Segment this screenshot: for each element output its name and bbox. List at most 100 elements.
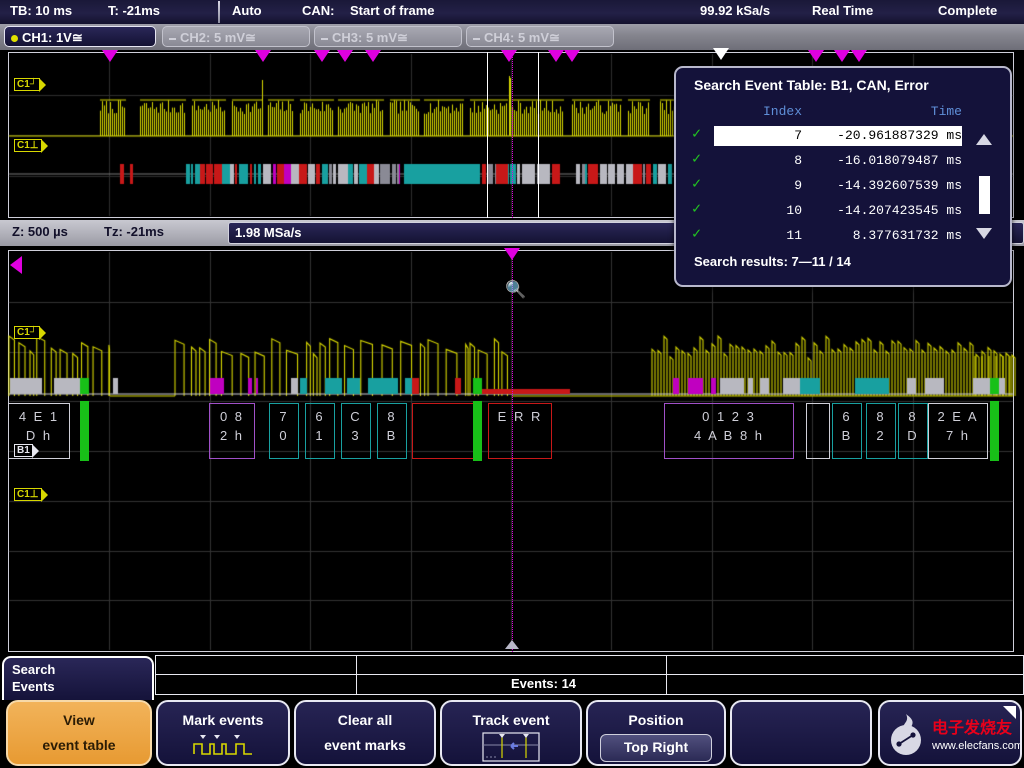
search-events-tab[interactable]: Search Events xyxy=(2,656,154,700)
search-event-marker[interactable] xyxy=(564,50,580,62)
can-decode-frame[interactable]: 8B xyxy=(377,403,407,459)
ch1-trigger-tag-overview[interactable]: C1┘ xyxy=(14,78,40,91)
acquisition-mode[interactable]: Real Time xyxy=(812,3,873,18)
channel-on-dot-icon xyxy=(11,35,18,42)
trigger-position-marker[interactable] xyxy=(713,48,729,60)
zoom-scale-readout[interactable]: Z: 500 µs xyxy=(12,224,68,239)
ch1-ground-tag-overview[interactable]: C1⊥ xyxy=(14,139,42,152)
event-table-row[interactable]: ✓7-20.961887329 ms xyxy=(692,126,970,148)
button-label: Position xyxy=(588,712,724,728)
channel-button-ch4[interactable]: CH4: 5 mV≅ xyxy=(466,26,614,47)
zoom-right-bound-cursor[interactable] xyxy=(538,52,539,218)
frame-line-1: E R R xyxy=(489,409,551,424)
event-table-header-index: Index xyxy=(714,104,802,119)
search-event-marker[interactable] xyxy=(501,50,517,62)
row-time: -16.018079487 ms xyxy=(810,153,962,168)
trigger-type-readout[interactable]: Start of frame xyxy=(350,3,435,18)
strip-divider xyxy=(356,656,357,694)
row-check-icon[interactable]: ✓ xyxy=(692,202,708,218)
frame-line-2: 0 xyxy=(270,428,298,443)
can-decode-frame[interactable]: 0 82 h xyxy=(209,403,255,459)
event-table-row[interactable]: ✓9-14.392607539 ms xyxy=(692,176,970,198)
ch1-ground-tag-zoom[interactable]: C1⊥ xyxy=(14,488,42,501)
position-value-field[interactable]: Top Right xyxy=(600,734,712,762)
search-event-marker[interactable] xyxy=(102,50,118,62)
view-event-table-button[interactable]: View event table xyxy=(6,700,152,766)
protocol-label: CAN: xyxy=(302,3,335,18)
row-check-icon[interactable]: ✓ xyxy=(692,152,708,168)
search-event-marker[interactable] xyxy=(834,50,850,62)
search-event-marker-zoom[interactable] xyxy=(504,248,520,260)
channel-off-dash-icon xyxy=(169,38,176,40)
search-event-marker[interactable] xyxy=(365,50,381,62)
can-decode-frame[interactable]: 6B xyxy=(832,403,862,459)
trigger-mode-readout[interactable]: Auto xyxy=(232,3,262,18)
search-event-marker[interactable] xyxy=(255,50,271,62)
can-decode-frame[interactable]: E R R xyxy=(488,403,552,459)
zoom-left-arrow-icon[interactable] xyxy=(10,256,22,274)
row-time: -14.392607539 ms xyxy=(810,178,962,193)
search-event-marker[interactable] xyxy=(851,50,867,62)
ch1-trigger-tag-zoom[interactable]: C1┘ xyxy=(14,326,40,339)
search-cursor-overview[interactable] xyxy=(512,52,513,218)
can-decode-frame[interactable]: 61 xyxy=(305,403,335,459)
frame-line-2: 1 xyxy=(306,428,334,443)
row-check-icon[interactable]: ✓ xyxy=(692,127,708,143)
search-event-marker[interactable] xyxy=(337,50,353,62)
zoom-position-readout[interactable]: Tz: -21ms xyxy=(104,224,164,239)
event-table-row[interactable]: ✓10-14.207423545 ms xyxy=(692,201,970,223)
can-decode-frame[interactable] xyxy=(412,403,478,459)
trigger-time-readout[interactable]: T: -21ms xyxy=(108,3,160,18)
empty-softkey[interactable] xyxy=(730,700,872,766)
scrollbar-thumb[interactable] xyxy=(979,176,990,214)
can-decode-frame[interactable]: 70 xyxy=(269,403,299,459)
channel-button-ch2[interactable]: CH2: 5 mV≅ xyxy=(162,26,310,47)
can-decode-frame[interactable]: 0 1 2 34 A B 8 h xyxy=(664,403,794,459)
tab-line-2: Events xyxy=(12,679,55,694)
frame-line-1: 4 E 1 xyxy=(9,409,69,424)
row-time: 8.377631732 ms xyxy=(810,228,962,243)
event-table-row[interactable]: ✓118.377631732 ms xyxy=(692,226,970,248)
clear-event-marks-button[interactable]: Clear all event marks xyxy=(294,700,436,766)
event-table-title: Search Event Table: B1, CAN, Error xyxy=(694,77,929,93)
mark-events-button[interactable]: Mark events xyxy=(156,700,290,766)
can-decode-frame[interactable]: C3 xyxy=(341,403,371,459)
search-event-marker[interactable] xyxy=(314,50,330,62)
can-decode-frame[interactable]: 82 xyxy=(866,403,896,459)
row-check-icon[interactable]: ✓ xyxy=(692,177,708,193)
frame-line-1: 6 xyxy=(833,409,861,424)
frame-line-2: D h xyxy=(9,428,69,443)
frame-boundary-marker xyxy=(80,401,89,461)
position-button[interactable]: Position Top Right xyxy=(586,700,726,766)
acquisition-state: Complete xyxy=(938,3,997,18)
button-line-2: event marks xyxy=(296,737,434,753)
search-cursor-zoom[interactable] xyxy=(512,250,513,652)
logo-url-text: www.elecfans.com xyxy=(932,740,1022,752)
event-table-row[interactable]: ✓8-16.018079487 ms xyxy=(692,151,970,173)
frame-line-2: 4 A B 8 h xyxy=(665,428,793,443)
search-event-marker[interactable] xyxy=(548,50,564,62)
can-decode-frame[interactable]: 4 E 1 D h xyxy=(8,403,70,459)
scroll-down-icon[interactable] xyxy=(976,228,992,239)
search-event-marker[interactable] xyxy=(808,50,824,62)
strip-divider xyxy=(156,674,1023,675)
track-event-button[interactable]: Track event xyxy=(440,700,582,766)
scroll-up-icon[interactable] xyxy=(976,134,992,145)
zoom-waveform-area[interactable]: C1┘ C1⊥ B 1 4 E 1 D h 0 82 h 7061C38B E R R 0 … xyxy=(0,248,1024,654)
can-decode-frame[interactable]: 2 E A7 h xyxy=(928,403,988,459)
channel-button-ch1[interactable]: CH1: 1V≅ xyxy=(4,26,156,47)
can-decode-frame[interactable] xyxy=(806,403,830,459)
frame-line-1: 8 xyxy=(378,409,406,424)
timebase-readout[interactable]: TB: 10 ms xyxy=(10,3,72,18)
search-event-table[interactable]: Search Event Table: B1, CAN, Error Index… xyxy=(674,66,1012,287)
row-check-icon[interactable]: ✓ xyxy=(692,227,708,243)
zoom-left-bound-cursor[interactable] xyxy=(487,52,488,218)
frame-line-2: B xyxy=(378,428,406,443)
flame-circuit-logo-icon xyxy=(886,714,930,758)
events-count-label: Events: 14 xyxy=(511,676,576,691)
button-label: Track event xyxy=(442,712,580,728)
channel-button-row: CH1: 1V≅ CH2: 5 mV≅ CH3: 5 mV≅ CH4: 5 mV… xyxy=(0,24,1024,50)
channel-button-ch3[interactable]: CH3: 5 mV≅ xyxy=(314,26,462,47)
channel-label-ch4: CH4: 5 mV≅ xyxy=(484,30,560,45)
can-decode-frame[interactable]: 8D xyxy=(898,403,928,459)
